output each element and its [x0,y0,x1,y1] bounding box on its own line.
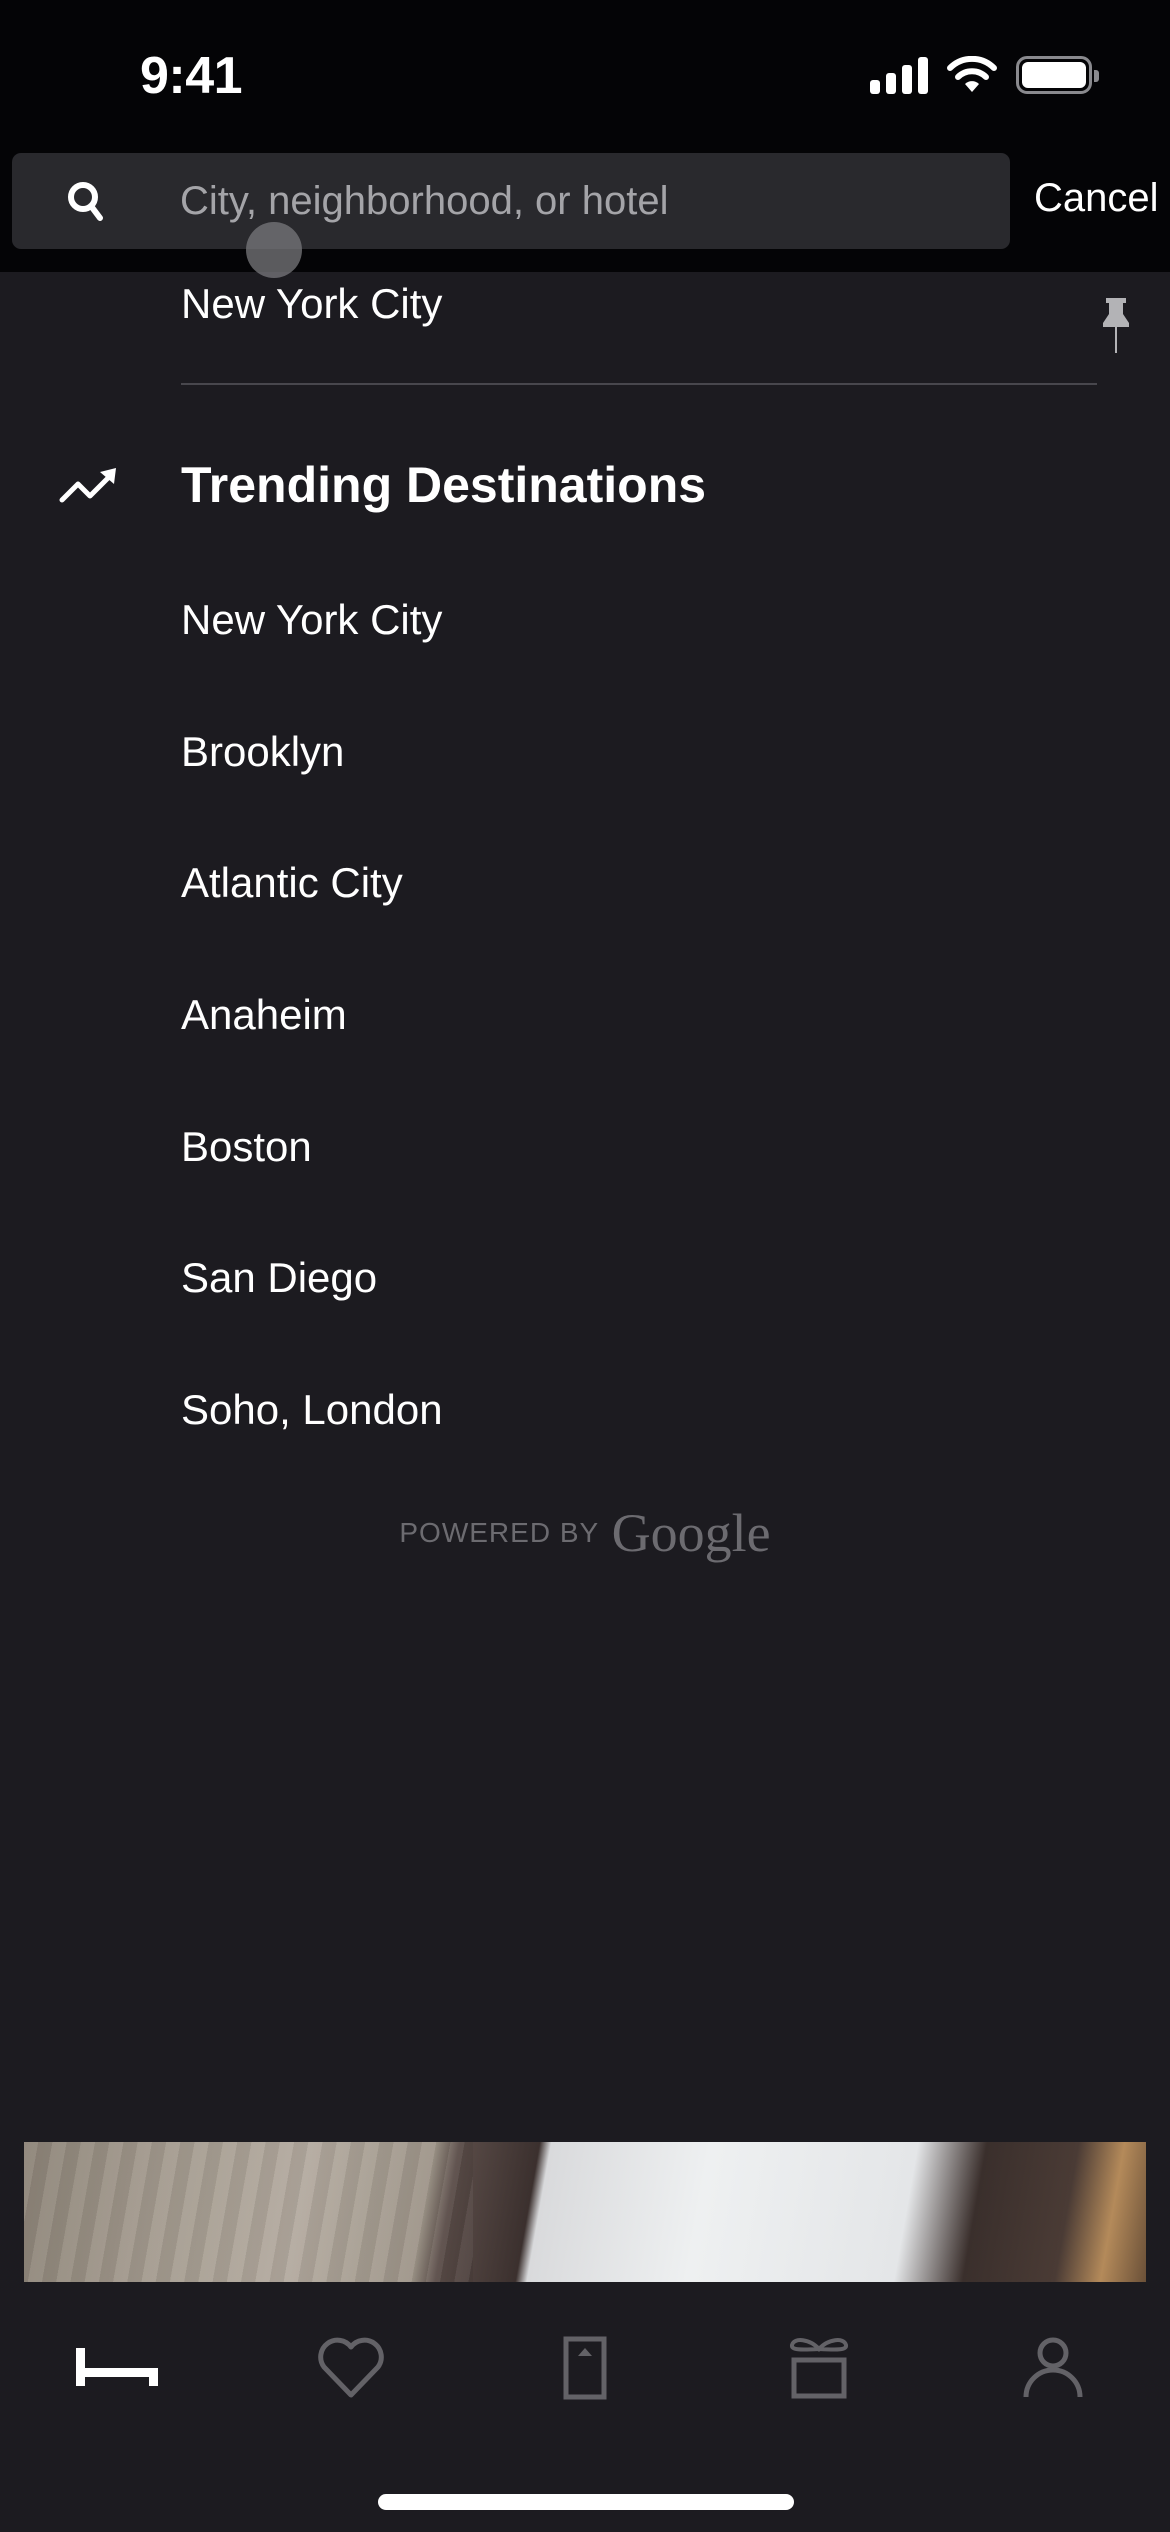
status-time: 9:41 [140,47,243,105]
home-indicator[interactable] [378,2494,794,2510]
search-screen: 9:41 Cancel New York Cit [0,0,1170,2532]
pin-icon[interactable] [1099,296,1133,356]
door-icon [563,2336,607,2400]
trending-item[interactable]: Brooklyn [181,722,1097,854]
trending-item[interactable]: Atlantic City [181,853,1097,985]
trending-item[interactable]: San Diego [181,1248,1097,1380]
recent-search-label: New York City [181,280,443,327]
divider [181,383,1097,385]
search-input[interactable] [180,153,980,249]
battery-icon [1016,56,1099,94]
hotel-room-image[interactable] [24,2142,1146,2282]
search-icon [68,182,103,221]
tab-hotels[interactable] [72,2328,162,2408]
trending-title: Trending Destinations [181,457,707,513]
bed-icon [76,2348,158,2386]
cancel-button[interactable]: Cancel [1034,176,1159,221]
heart-icon [318,2337,384,2398]
attribution-prefix: POWERED BY [399,1517,600,1548]
header: 9:41 Cancel [0,0,1170,278]
tab-bar [0,2290,1170,2430]
google-attribution: POWERED BY Google [0,1502,1170,1564]
trending-item[interactable]: Soho, London [181,1380,1097,1512]
gift-icon [790,2338,848,2399]
touch-indicator [246,222,302,278]
person-icon [1023,2337,1083,2398]
cellular-signal-icon [870,56,928,94]
tab-rewards[interactable] [774,2328,864,2408]
tab-account[interactable] [1008,2328,1098,2408]
trending-item[interactable]: New York City [181,590,1097,722]
tab-favorites[interactable] [306,2328,396,2408]
recent-search-item[interactable]: New York City [181,276,1129,376]
status-icons [870,56,1099,94]
tab-bookings[interactable] [540,2328,630,2408]
search-field[interactable] [12,153,1010,249]
google-logo: Google [611,1503,771,1563]
trending-list: New York City Brooklyn Atlantic City Ana… [181,590,1097,1512]
trending-item[interactable]: Boston [181,1117,1097,1249]
wifi-icon [947,56,997,92]
trending-up-icon [59,468,116,503]
trending-item[interactable]: Anaheim [181,985,1097,1117]
